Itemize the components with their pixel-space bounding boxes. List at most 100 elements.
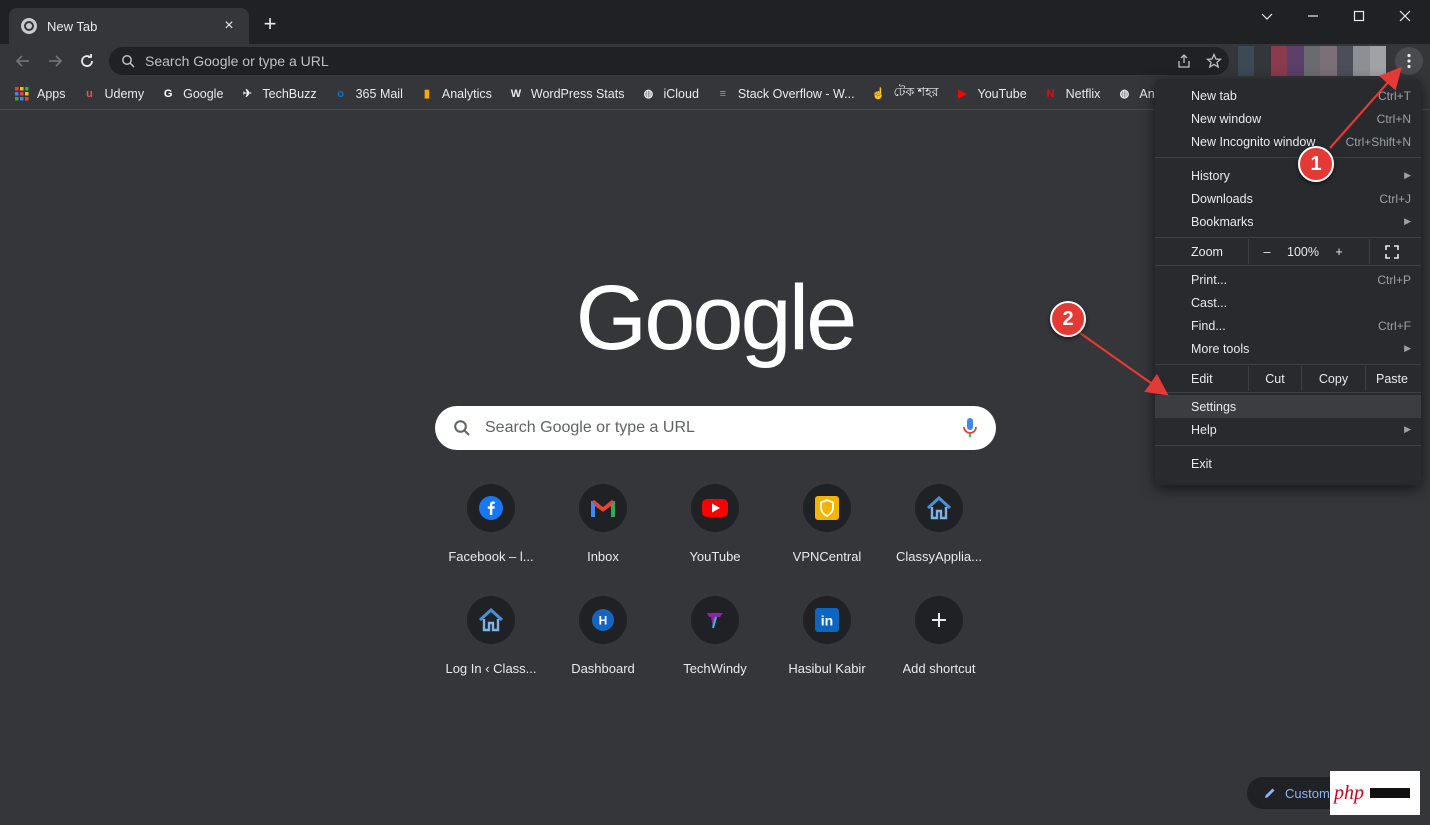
zoom-in-button[interactable]: + [1327, 239, 1351, 264]
back-button[interactable] [10, 48, 36, 74]
address-bar[interactable]: Search Google or type a URL [109, 47, 1229, 75]
shortcut-tile[interactable]: Log In ‹ Class... [435, 594, 547, 694]
shortcut-tile[interactable]: Add shortcut [883, 594, 995, 694]
menu-new-tab[interactable]: New tab Ctrl+T [1155, 84, 1421, 107]
menu-find[interactable]: Find... Ctrl+F [1155, 314, 1421, 337]
bookmark-item[interactable]: u Udemy [82, 86, 144, 102]
bookmark-item[interactable]: G Google [160, 86, 224, 102]
close-window-button[interactable] [1382, 4, 1428, 28]
menu-divider [1155, 392, 1421, 393]
outlook-icon: o [337, 87, 344, 100]
bookmark-item[interactable]: ▮ Analytics [419, 86, 492, 102]
menu-history[interactable]: History ▶ [1155, 164, 1421, 187]
wordpress-icon: W [510, 87, 522, 100]
annotation-arrow-2 [1079, 332, 1169, 396]
annotation-badge-2: 2 [1050, 301, 1086, 337]
google-logo: Google [575, 266, 858, 369]
fullscreen-button[interactable] [1381, 239, 1403, 264]
bookmark-item[interactable]: ◍ iCloud [640, 86, 699, 102]
three-dots-vertical-icon [1407, 53, 1411, 69]
menu-new-window[interactable]: New window Ctrl+N [1155, 107, 1421, 130]
apps-grid-icon [14, 86, 30, 102]
search-placeholder: Search Google or type a URL [485, 419, 695, 436]
bookmark-label: 365 Mail [355, 86, 403, 101]
pencil-icon [1265, 788, 1275, 798]
new-tab-button[interactable]: + [258, 12, 282, 36]
bookmark-item[interactable]: N Netflix [1043, 86, 1101, 102]
bookmark-label: iCloud [663, 86, 699, 101]
microphone-icon[interactable] [962, 417, 978, 439]
udemy-icon: u [86, 87, 93, 100]
cut-button[interactable]: Cut [1249, 366, 1301, 391]
bookmark-item[interactable]: ▶ YouTube [955, 86, 1026, 102]
bookmark-item[interactable]: o 365 Mail [333, 86, 403, 102]
search-icon [122, 55, 135, 68]
extensions-area[interactable] [1238, 46, 1386, 76]
analytics-icon: ▮ [423, 88, 430, 100]
menu-downloads[interactable]: Downloads Ctrl+J [1155, 187, 1421, 210]
chevron-right-icon: ▶ [1404, 170, 1411, 180]
bookmark-item[interactable]: Apps [14, 86, 66, 102]
shortcut-tile[interactable]: H Dashboard [547, 594, 659, 694]
shortcut-label: Log In ‹ Class... [445, 661, 537, 676]
shortcut-tile[interactable]: Inbox [547, 482, 659, 582]
menu-exit[interactable]: Exit [1155, 452, 1421, 475]
shortcut-tile[interactable]: VPNCentral [771, 482, 883, 582]
close-icon [1399, 10, 1411, 22]
menu-print[interactable]: Print... Ctrl+P [1155, 268, 1421, 291]
php-watermark-text: php [1334, 781, 1364, 804]
globe-icon: ◍ [643, 88, 654, 100]
close-tab-icon[interactable]: × [221, 17, 237, 35]
bookmark-item[interactable]: ✈ TechBuzz [239, 86, 317, 102]
menu-zoom-label: Zoom [1191, 244, 1223, 259]
shortcut-label: ClassyAppliа... [896, 549, 982, 564]
menu-new-incognito[interactable]: New Incognito window Ctrl+Shift+N [1155, 130, 1421, 153]
menu-divider [1155, 237, 1421, 238]
tab-search-button[interactable] [1244, 4, 1290, 28]
shortcut-tile[interactable]: TechWindy [659, 594, 771, 694]
minimize-button[interactable] [1290, 4, 1336, 28]
menu-edit-label: Edit [1191, 371, 1213, 386]
youtube-icon [691, 484, 739, 532]
shortcut-tile[interactable]: in Hasibul Kabir [771, 594, 883, 694]
maximize-button[interactable] [1336, 4, 1382, 28]
search-box[interactable]: Search Google or type a URL [435, 406, 996, 450]
bookmark-star-button[interactable] [1199, 53, 1229, 69]
bookmark-item[interactable]: ☝ টেক শহর [871, 84, 939, 104]
bookmark-item[interactable]: ≡ Stack Overflow - W... [715, 86, 855, 102]
paste-button[interactable]: Paste [1366, 366, 1418, 391]
shortcut-tile[interactable]: Facebook – l... [435, 482, 547, 582]
menu-cast[interactable]: Cast... [1155, 291, 1421, 314]
menu-more-tools[interactable]: More tools ▶ [1155, 337, 1421, 360]
menu-bookmarks[interactable]: Bookmarks ▶ [1155, 210, 1421, 233]
menu-settings[interactable]: Settings [1155, 395, 1421, 418]
menu-help[interactable]: Help ▶ [1155, 418, 1421, 441]
reload-icon [81, 54, 93, 67]
youtube-icon: ▶ [958, 88, 967, 100]
address-bar-placeholder: Search Google or type a URL [145, 53, 329, 69]
chevron-right-icon: ▶ [1404, 343, 1411, 353]
logo-letter: l [788, 267, 810, 369]
facebook-icon [467, 484, 515, 532]
search-icon [454, 420, 470, 436]
menu-vertical-divider [1248, 239, 1249, 264]
fullscreen-icon [1385, 244, 1399, 259]
logo-letter: g [740, 267, 792, 369]
shortcut-tile[interactable]: YouTube [659, 482, 771, 582]
reload-button[interactable] [74, 48, 100, 74]
annotation-badge-1: 1 [1298, 146, 1334, 182]
shortcut-tile[interactable]: ClassyAppliа... [883, 482, 995, 582]
menu-edit-row: Edit Cut Copy Paste [1155, 366, 1421, 391]
stackoverflow-icon: ≡ [719, 87, 727, 100]
share-button[interactable] [1169, 53, 1199, 69]
dashboard-icon: H [579, 596, 627, 644]
tab-new-tab[interactable]: New Tab × [9, 8, 249, 44]
forward-button[interactable] [42, 48, 68, 74]
bookmark-item[interactable]: W WordPress Stats [508, 86, 625, 102]
chrome-menu-button[interactable] [1395, 47, 1423, 75]
copy-button[interactable]: Copy [1302, 366, 1365, 391]
zoom-out-button[interactable]: – [1255, 239, 1279, 264]
maximize-icon [1353, 10, 1365, 22]
bookmark-label: টেক শহর [893, 84, 939, 99]
bookmark-label: Stack Overflow - W... [737, 86, 855, 101]
